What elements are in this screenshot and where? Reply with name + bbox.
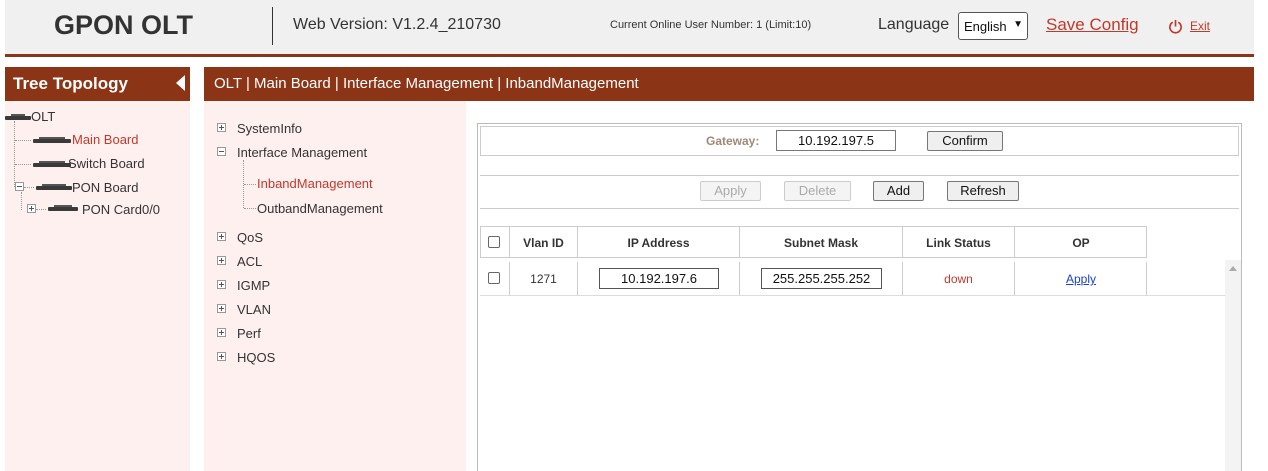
menu-item-perf[interactable]: Perf <box>237 326 261 341</box>
expand-icon[interactable] <box>217 280 226 289</box>
expand-icon[interactable] <box>217 352 226 361</box>
tree-item-olt[interactable]: OLT <box>31 109 55 124</box>
tree-item-switch-board[interactable]: Switch Board <box>68 156 145 171</box>
language-select[interactable]: English ▼ <box>958 12 1028 40</box>
tree-item-main-board[interactable]: Main Board <box>72 132 138 147</box>
column-header-subnet-mask: Subnet Mask <box>783 236 858 250</box>
language-label: Language <box>878 16 950 33</box>
menu-item-hqos[interactable]: HQOS <box>237 350 275 365</box>
breadcrumb: OLT | Main Board | Interface Management … <box>214 75 639 92</box>
tree-line <box>24 187 34 188</box>
online-user-count: Current Online User Number: 1 (Limit:10) <box>610 19 812 31</box>
tree-line <box>244 208 256 209</box>
column-header-ip-address: IP Address <box>627 236 690 250</box>
language-select-value: English <box>964 19 1007 34</box>
link-status-value: down <box>944 272 973 286</box>
tree-line <box>36 209 46 210</box>
menu-item-igmp[interactable]: IGMP <box>237 278 270 293</box>
menu-item-inband-management[interactable]: InbandManagement <box>257 176 373 191</box>
header-divider <box>5 54 1254 57</box>
expand-icon[interactable] <box>217 328 226 337</box>
toolbar-row <box>480 175 1239 209</box>
cell-vlan-id: 1271 <box>530 272 557 286</box>
column-header-op: OP <box>1072 236 1090 250</box>
expand-icon[interactable] <box>27 204 36 213</box>
menu-item-outband-management[interactable]: OutbandManagement <box>257 201 383 216</box>
power-icon[interactable] <box>1168 19 1183 34</box>
exit-link[interactable]: Exit <box>1190 19 1210 33</box>
collapse-left-icon[interactable] <box>176 75 185 91</box>
column-divider <box>1146 262 1147 295</box>
header-separator <box>272 7 273 45</box>
web-version: Web Version: V1.2.4_210730 <box>293 16 501 33</box>
tree-line <box>14 121 15 187</box>
subnet-mask-input[interactable]: 255.255.255.252 <box>761 268 882 289</box>
column-divider <box>739 262 740 295</box>
column-header-vlan-id: Vlan ID <box>523 236 564 250</box>
olt-device-icon <box>5 114 31 120</box>
menu-item-interface-management[interactable]: Interface Management <box>237 145 367 160</box>
expand-icon[interactable] <box>217 123 226 132</box>
confirm-button[interactable]: Confirm <box>927 131 1003 151</box>
save-config-link[interactable]: Save Config <box>1046 15 1139 35</box>
delete-button[interactable]: Delete <box>784 181 851 201</box>
board-device-icon <box>36 184 72 190</box>
tree-item-pon-board[interactable]: PON Board <box>72 180 138 195</box>
select-all-checkbox[interactable] <box>488 236 500 248</box>
card-device-icon <box>48 205 78 211</box>
menu-item-acl[interactable]: ACL <box>237 254 262 269</box>
apply-button[interactable]: Apply <box>700 181 761 201</box>
expand-icon[interactable] <box>217 256 226 265</box>
table-scrollbar[interactable] <box>1225 260 1241 471</box>
scroll-up-icon[interactable] <box>1229 266 1237 271</box>
board-device-icon <box>33 161 71 167</box>
gateway-input[interactable]: 10.192.197.5 <box>776 130 896 151</box>
row-checkbox[interactable] <box>488 272 500 284</box>
gateway-label: Gateway: <box>706 134 760 148</box>
tree-line <box>15 140 31 141</box>
board-device-icon <box>33 137 71 143</box>
column-divider <box>577 262 578 295</box>
app-logo: GPON OLT <box>54 10 193 40</box>
menu-item-systeminfo[interactable]: SystemInfo <box>237 121 302 136</box>
menu-item-vlan[interactable]: VLAN <box>237 302 271 317</box>
row-apply-link[interactable]: Apply <box>1066 272 1096 286</box>
menu-item-qos[interactable]: QoS <box>237 230 263 245</box>
tree-line <box>15 164 31 165</box>
tree-item-pon-card[interactable]: PON Card0/0 <box>82 202 160 217</box>
tree-line <box>21 192 22 210</box>
tree-line <box>244 184 256 185</box>
expand-icon[interactable] <box>217 232 226 241</box>
add-button[interactable]: Add <box>873 181 924 201</box>
collapse-icon[interactable] <box>217 147 226 156</box>
expand-icon[interactable] <box>217 304 226 313</box>
refresh-button[interactable]: Refresh <box>947 181 1019 201</box>
tree-panel-title: Tree Topology <box>13 74 128 93</box>
chevron-down-icon: ▼ <box>1013 19 1023 30</box>
ip-address-input[interactable]: 10.192.197.6 <box>599 268 719 289</box>
column-header-link-status: Link Status <box>926 236 991 250</box>
collapse-icon[interactable] <box>15 182 24 191</box>
